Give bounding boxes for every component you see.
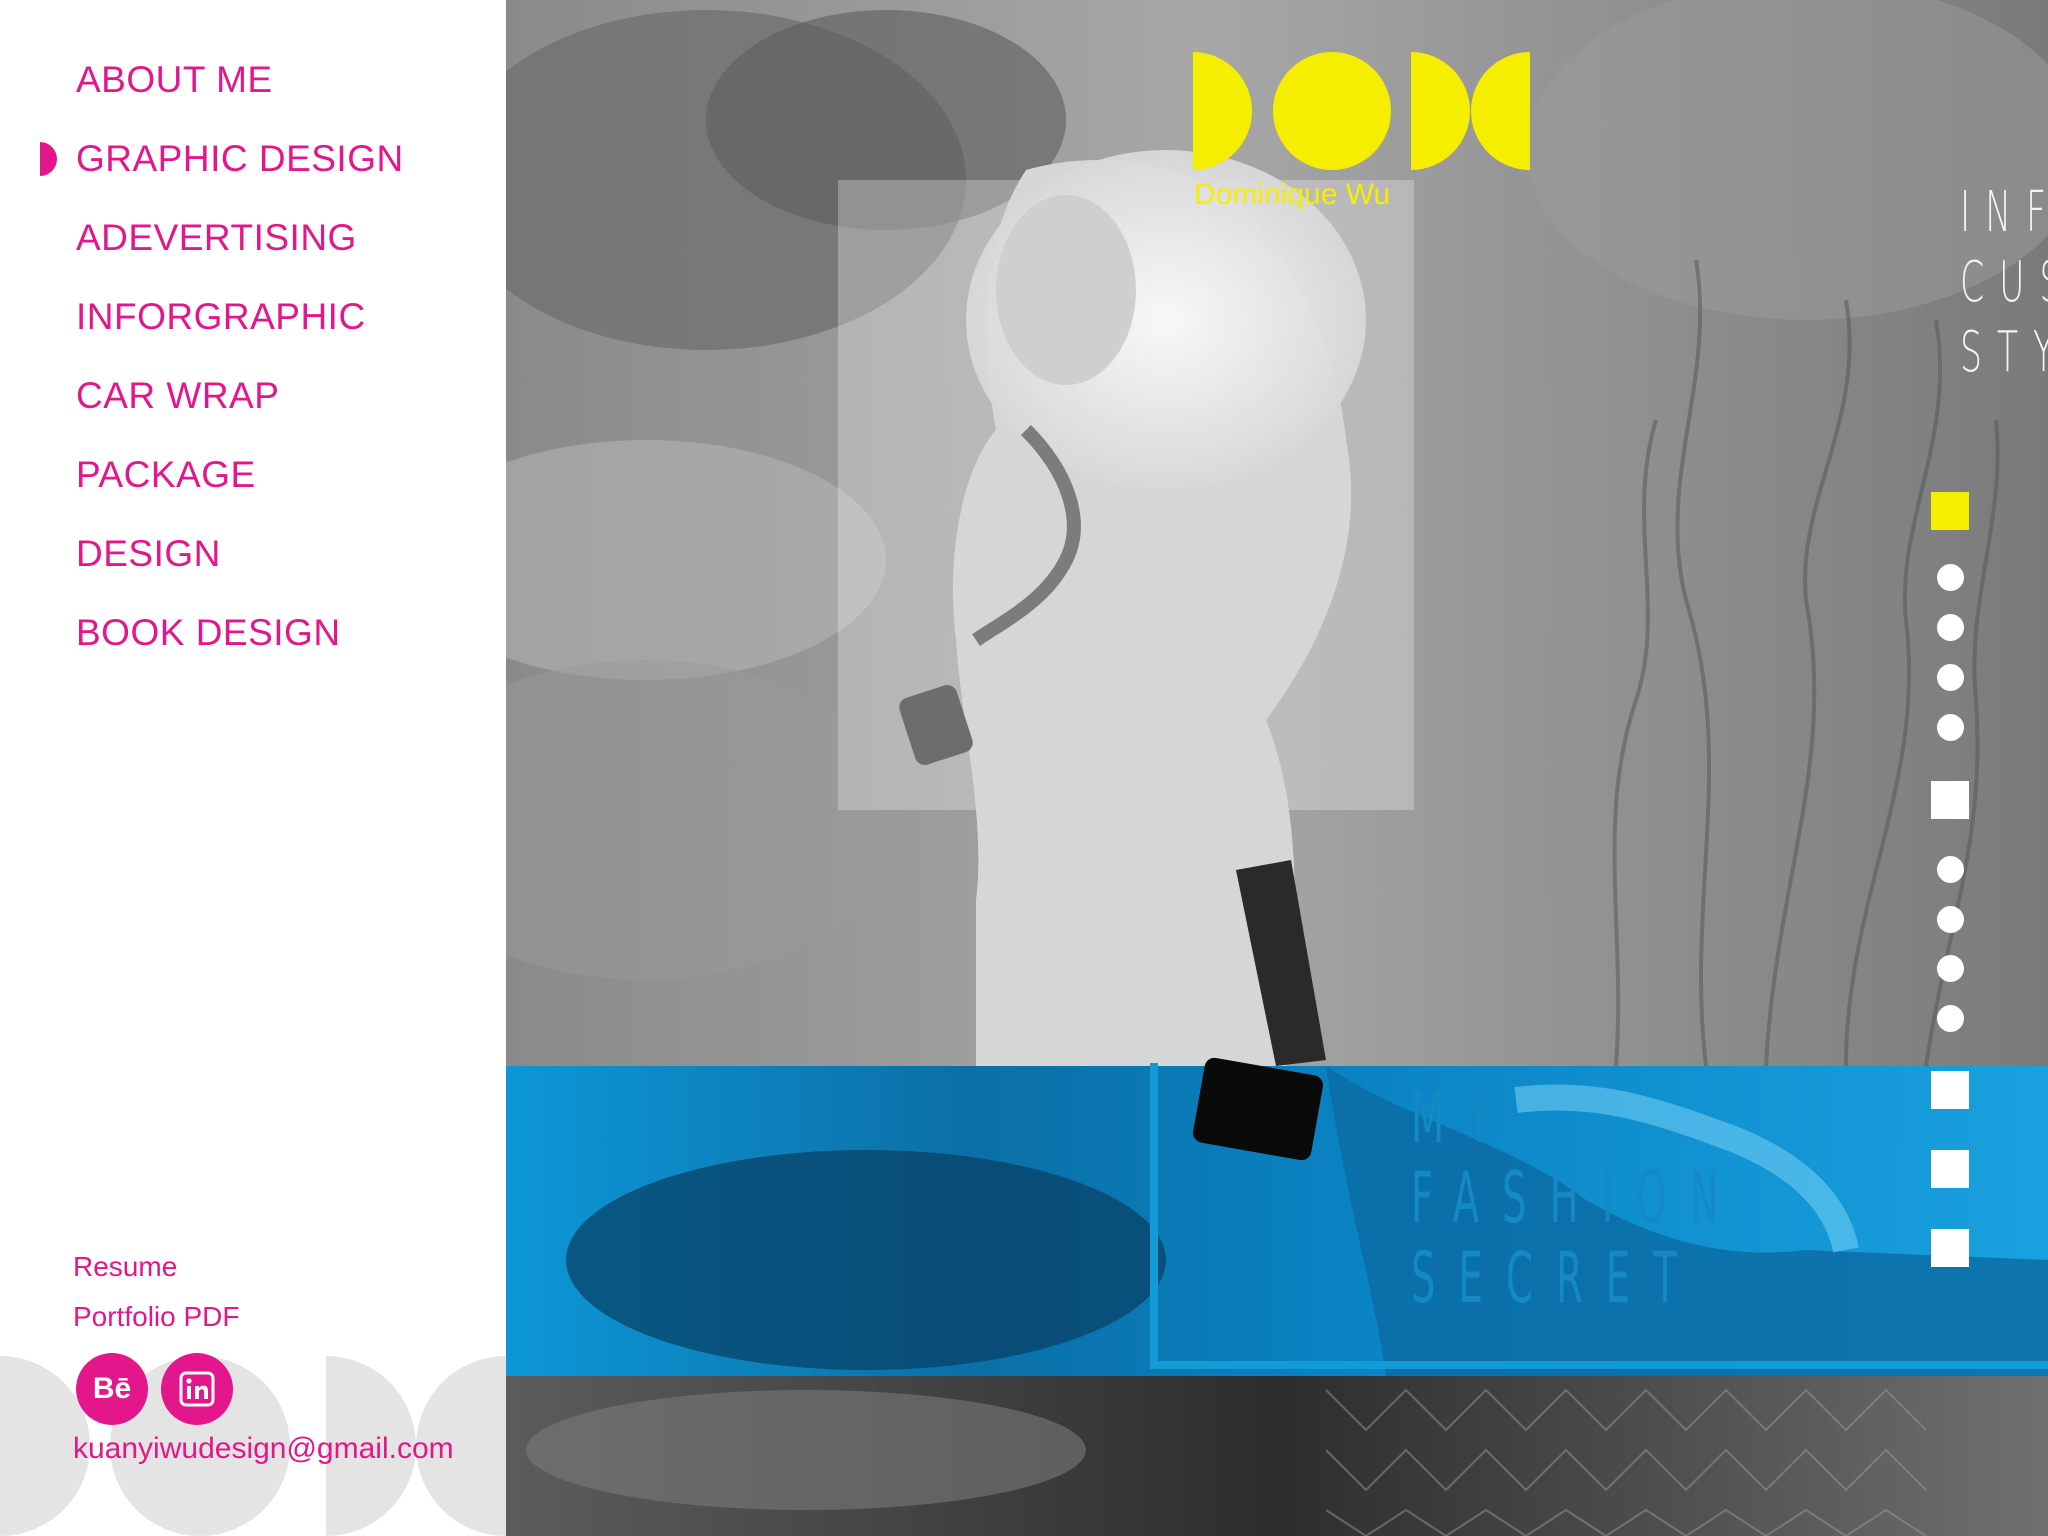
tagline-line: INFINITE [1960, 180, 2048, 245]
contact-email[interactable]: kuanyiwudesign@gmail.com [73, 1432, 454, 1466]
pager-square[interactable] [1931, 781, 1969, 819]
nav-item-about-me[interactable]: ABOUT ME [76, 50, 273, 110]
portfolio-pdf-link[interactable]: Portfolio PDF [73, 1292, 240, 1342]
resume-link[interactable]: Resume [73, 1242, 240, 1292]
nav-item-car-wrap[interactable]: CAR WRAP [76, 366, 279, 426]
behance-icon: Bē [92, 1372, 132, 1405]
brand-logo [1193, 52, 1530, 170]
linkedin-button[interactable] [161, 1353, 233, 1425]
pager-dot[interactable] [1937, 906, 1964, 933]
pager-dot[interactable] [1937, 955, 1964, 982]
document-links: Resume Portfolio PDF [73, 1242, 240, 1342]
fashion-title-line: MY [1411, 1077, 1514, 1159]
pager-square[interactable] [1931, 1229, 1969, 1267]
fashion-title: MY FASHION SECRET [1411, 1078, 2012, 1318]
pager-dot[interactable] [1937, 856, 1964, 883]
fashion-title-line: FASHION [1411, 1157, 1742, 1239]
pager-dot[interactable] [1937, 1005, 1964, 1032]
pager-square[interactable] [1931, 1071, 1969, 1109]
active-nav-marker [40, 142, 57, 176]
pager-dot[interactable] [1937, 614, 1964, 641]
brand-name: Dominique Wu [1194, 178, 1391, 211]
tagline: INFINITE CUSTOM STYLES [1960, 178, 2048, 388]
pager-square-active[interactable] [1931, 492, 1969, 530]
pager-square[interactable] [1931, 1150, 1969, 1188]
pager-dot[interactable] [1937, 664, 1964, 691]
nav-item-package[interactable]: PACKAGE [76, 445, 256, 505]
linkedin-icon [179, 1371, 215, 1407]
nav-item-graphic-design[interactable]: GRAPHIC DESIGN [76, 129, 404, 189]
pager-dot[interactable] [1937, 564, 1964, 591]
tagline-line: CUSTOM [1960, 250, 2048, 315]
sidebar: ABOUT ME GRAPHIC DESIGN ADEVERTISING INF… [0, 0, 506, 1536]
nav-item-infographic[interactable]: INFORGRAPHIC [76, 287, 366, 347]
tagline-line: STYLES [1960, 320, 2048, 385]
nav-item-design[interactable]: DESIGN [76, 524, 221, 584]
hero-banner: Dominique Wu INFINITE CUSTOM STYLES MY F… [506, 0, 2048, 1536]
fashion-title-line: SECRET [1411, 1237, 1700, 1319]
nav-item-advertising[interactable]: ADEVERTISING [76, 208, 357, 268]
pager-dot[interactable] [1937, 714, 1964, 741]
behance-button[interactable]: Bē [76, 1353, 148, 1425]
nav-item-book-design[interactable]: BOOK DESIGN [76, 603, 341, 663]
